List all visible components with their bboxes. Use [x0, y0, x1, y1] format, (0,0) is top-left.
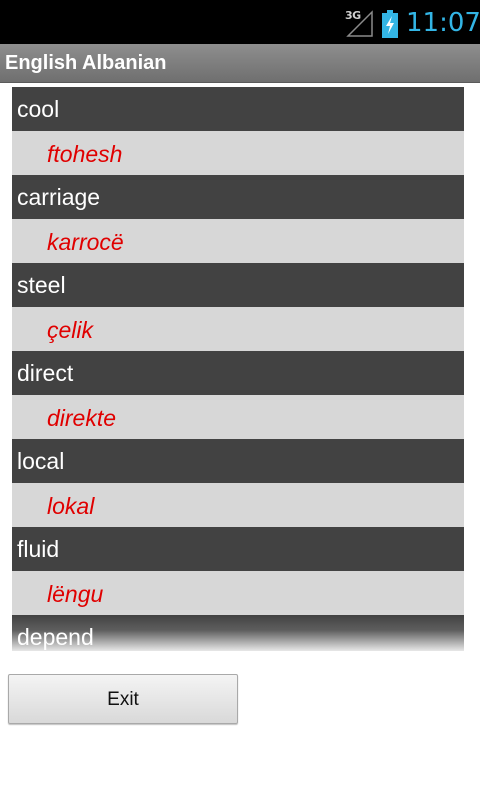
word-row[interactable]: depend: [12, 615, 464, 651]
word-row[interactable]: cool: [12, 87, 464, 131]
word-row[interactable]: local: [12, 439, 464, 483]
word-row[interactable]: carriage: [12, 175, 464, 219]
word-row[interactable]: steel: [12, 263, 464, 307]
word-row[interactable]: direct: [12, 351, 464, 395]
signal-icon: [346, 10, 373, 37]
translation-row[interactable]: lokal: [12, 483, 464, 527]
translation-row[interactable]: karrocë: [12, 219, 464, 263]
title-bar: English Albanian: [0, 44, 480, 83]
status-bar: 3G 11:07: [0, 0, 480, 44]
translation-row[interactable]: direkte: [12, 395, 464, 439]
word-list[interactable]: cool ftohesh carriage karrocë steel çeli…: [12, 87, 464, 651]
translation-row[interactable]: çelik: [12, 307, 464, 351]
exit-button[interactable]: Exit: [8, 674, 238, 724]
translation-row[interactable]: lëngu: [12, 571, 464, 615]
translation-row[interactable]: ftohesh: [12, 131, 464, 175]
app-title: English Albanian: [5, 52, 167, 74]
clock: 11:07: [406, 8, 480, 38]
battery-charging-icon: [382, 10, 398, 38]
word-row[interactable]: fluid: [12, 527, 464, 571]
